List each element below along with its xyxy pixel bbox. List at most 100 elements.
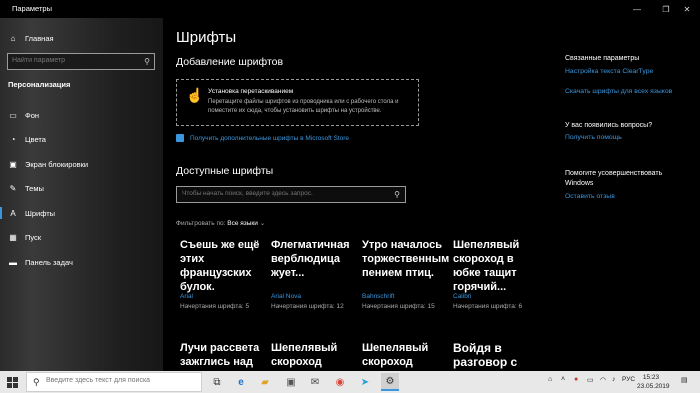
font-sample: Шепелявый скороход — [271, 342, 338, 368]
store-bag-icon — [176, 134, 184, 142]
clock-time: 15:23 — [642, 374, 660, 381]
edge-icon[interactable]: e — [232, 373, 250, 391]
language-indicator[interactable]: РУС — [622, 376, 635, 383]
font-sample: Флегматичная верблюдица жует... — [271, 239, 350, 279]
sidebar-item-themes[interactable]: ✎ Темы — [0, 177, 163, 199]
font-name: Arial Nova — [271, 293, 301, 300]
store-link[interactable]: Получить дополнительные шрифты в Microso… — [176, 134, 349, 142]
tray-chevron-icon[interactable]: ˄ — [561, 376, 565, 383]
settings-search-input[interactable] — [12, 57, 132, 64]
font-faces-count: Начертания шрифта: 6 — [453, 303, 523, 310]
task-view-icon[interactable]: ⧉ — [208, 373, 226, 391]
sidebar-item-background[interactable]: ▭ Фон — [0, 104, 163, 126]
active-indicator — [0, 207, 2, 219]
windows-logo-icon — [6, 376, 18, 388]
sidebar-home[interactable]: ⌂ Главная — [0, 27, 163, 49]
font-card[interactable]: Шепелявый скороход — [362, 341, 446, 371]
font-card[interactable]: Шепелявый скороход — [271, 341, 355, 371]
get-help-link[interactable]: Получить помощь — [565, 134, 622, 141]
settings-icon[interactable]: ⚙ — [381, 373, 399, 391]
image-icon: ▭ — [9, 110, 17, 120]
sidebar-item-label: Темы — [25, 183, 44, 193]
sidebar-item-label: Цвета — [25, 134, 46, 144]
chrome-icon[interactable]: ◉ — [331, 373, 349, 391]
settings-search[interactable]: ⚲ — [7, 53, 155, 70]
battery-icon[interactable]: ▭ — [587, 376, 594, 384]
language-filter[interactable]: Фильтровать по: Все языки ⌄ — [176, 219, 265, 227]
store-icon[interactable]: ▣ — [282, 373, 300, 391]
volume-icon[interactable]: ♪ — [612, 376, 616, 383]
sidebar-item-lock-screen[interactable]: ▣ Экран блокировки — [0, 153, 163, 175]
mail-icon[interactable]: ✉ — [306, 373, 324, 391]
filter-value: Все языки — [227, 220, 258, 227]
font-card[interactable]: Шепелявый скороход в юбке тащит горячий.… — [453, 238, 537, 318]
network-icon[interactable]: ◠ — [600, 376, 606, 384]
font-sample: Съешь же ещё этих французских булок. — [180, 239, 260, 293]
font-search[interactable]: ⚲ — [176, 186, 406, 203]
search-icon: ⚲ — [394, 190, 400, 199]
font-sample: Шепелявый скороход — [362, 342, 429, 368]
sidebar-item-taskbar[interactable]: ▬ Панель задач — [0, 251, 163, 273]
taskbar: ⚲ ⧉ e ▰ ▣ ✉ ◉ ➤ ⚙ ⌂ ˄ ● ▭ ◠ ♪ РУС 15:23 … — [0, 371, 700, 393]
font-name: Arial — [180, 293, 194, 300]
window-title: Параметры — [12, 4, 52, 13]
clock[interactable]: 15:23 23.05.2019 — [637, 373, 670, 391]
font-search-input[interactable] — [182, 190, 382, 197]
section-title: Персонализация — [8, 80, 71, 89]
sidebar-item-fonts[interactable]: A Шрифты — [0, 202, 163, 224]
sidebar: ⌂ Главная ⚲ Персонализация ▭ Фон ◔ Цвета… — [0, 18, 163, 371]
sidebar-home-label: Главная — [25, 33, 54, 43]
feedback-link[interactable]: Оставить отзыв — [565, 193, 615, 200]
store-link-label: Получить дополнительные шрифты в Microso… — [190, 134, 350, 142]
filter-label: Фильтровать по: — [176, 220, 226, 227]
font-faces-count: Начертания шрифта: 15 — [362, 303, 435, 310]
font-card[interactable]: Войдя в разговор с — [453, 341, 537, 371]
title-bar: Параметры — ❐ ✕ — [0, 0, 700, 18]
sidebar-item-label: Экран блокировки — [25, 159, 89, 169]
notifications-icon[interactable]: ▤ — [681, 376, 688, 384]
sidebar-item-label: Пуск — [25, 232, 42, 242]
people-icon[interactable]: ⌂ — [548, 376, 552, 383]
start-icon: ▦ — [9, 232, 17, 242]
taskbar-icon: ▬ — [9, 257, 17, 267]
minimize-button[interactable]: — — [622, 0, 652, 18]
related-settings-heading: Связанные параметры — [565, 55, 640, 62]
font-card[interactable]: Лучи рассвета зажглись над — [180, 341, 264, 371]
telegram-icon[interactable]: ➤ — [356, 373, 374, 391]
drop-description: Перетащите файлы шрифтов из проводника и… — [208, 99, 399, 114]
font-drop-zone[interactable]: ☝ Установка перетаскиванием Перетащите ф… — [176, 79, 419, 126]
explorer-icon[interactable]: ▰ — [256, 373, 274, 391]
improve-heading: Помогите усовершенствовать Windows — [565, 170, 663, 187]
sidebar-item-label: Фон — [25, 110, 40, 120]
taskbar-search[interactable]: ⚲ — [26, 372, 202, 392]
font-faces-count: Начертания шрифта: 5 — [180, 303, 250, 310]
font-sample: Утро началось торжественным пением птиц. — [362, 239, 450, 279]
sidebar-item-label: Шрифты — [25, 208, 56, 218]
add-fonts-heading: Добавление шрифтов — [176, 56, 284, 68]
font-sample: Шепелявый скороход в юбке тащит горячий.… — [453, 239, 520, 293]
app-tray-icon[interactable]: ● — [574, 376, 578, 383]
available-fonts-heading: Доступные шрифты — [176, 165, 274, 177]
font-faces-count: Начертания шрифта: 12 — [271, 303, 344, 310]
download-fonts-link[interactable]: Скачать шрифты для всех языков — [565, 88, 672, 95]
close-button[interactable]: ✕ — [672, 0, 700, 18]
home-icon: ⌂ — [10, 33, 16, 43]
page-title: Шрифты — [176, 29, 237, 46]
taskbar-search-input[interactable] — [46, 377, 196, 384]
cleartype-link[interactable]: Настройка текста ClearType — [565, 68, 653, 75]
font-name: Calibri — [453, 293, 472, 300]
brush-icon: ✎ — [9, 183, 17, 193]
font-card[interactable]: Флегматичная верблюдица жует... Arial No… — [271, 238, 355, 318]
hand-pointer-icon: ☝ — [186, 87, 204, 103]
font-sample: Лучи рассвета зажглись над — [180, 342, 260, 368]
palette-icon: ◔ — [10, 134, 16, 144]
sidebar-item-colors[interactable]: ◔ Цвета — [0, 128, 163, 150]
sidebar-item-start[interactable]: ▦ Пуск — [0, 226, 163, 248]
chevron-down-icon: ⌄ — [259, 220, 266, 227]
questions-heading: У вас появились вопросы? — [565, 122, 653, 129]
clock-date: 23.05.2019 — [637, 383, 670, 390]
font-sample: Войдя в разговор с — [453, 341, 518, 369]
font-card[interactable]: Съешь же ещё этих французских булок. Ari… — [180, 238, 264, 318]
start-button[interactable] — [0, 371, 24, 393]
font-card[interactable]: Утро началось торжественным пением птиц.… — [362, 238, 450, 318]
